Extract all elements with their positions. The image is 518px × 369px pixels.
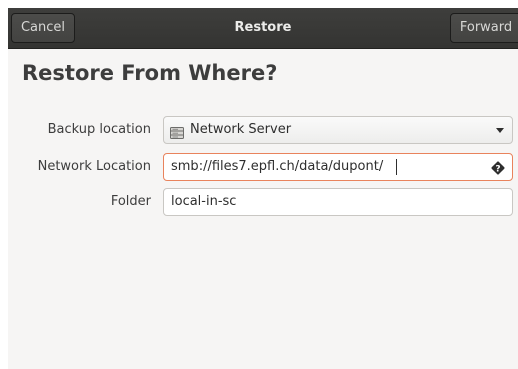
network-location-label: Network Location [37,159,151,174]
cancel-button[interactable]: Cancel [11,13,75,43]
restore-window: Cancel Restore Forward Restore From Wher… [8,8,518,369]
folder-input[interactable]: local-in-sc [163,188,513,216]
help-icon[interactable]: ? [491,160,505,179]
window-title: Restore [234,20,292,35]
server-icon [170,124,184,143]
chevron-down-icon [496,128,504,133]
backup-location-value: Network Server [190,122,292,137]
folder-label: Folder [110,194,151,209]
network-location-value: smb://files7.epfl.ch/data/dupont/ [171,159,384,174]
forward-button[interactable]: Forward [450,13,518,43]
network-location-input[interactable]: smb://files7.epfl.ch/data/dupont/ ? [163,153,513,181]
backup-location-dropdown[interactable]: Network Server [163,116,513,144]
page-title: Restore From Where? [22,61,278,85]
text-caret [396,159,397,175]
folder-value: local-in-sc [171,194,237,209]
header-bar: Cancel Restore Forward [8,8,518,49]
svg-text:?: ? [495,165,500,175]
backup-location-label: Backup location [47,122,151,137]
